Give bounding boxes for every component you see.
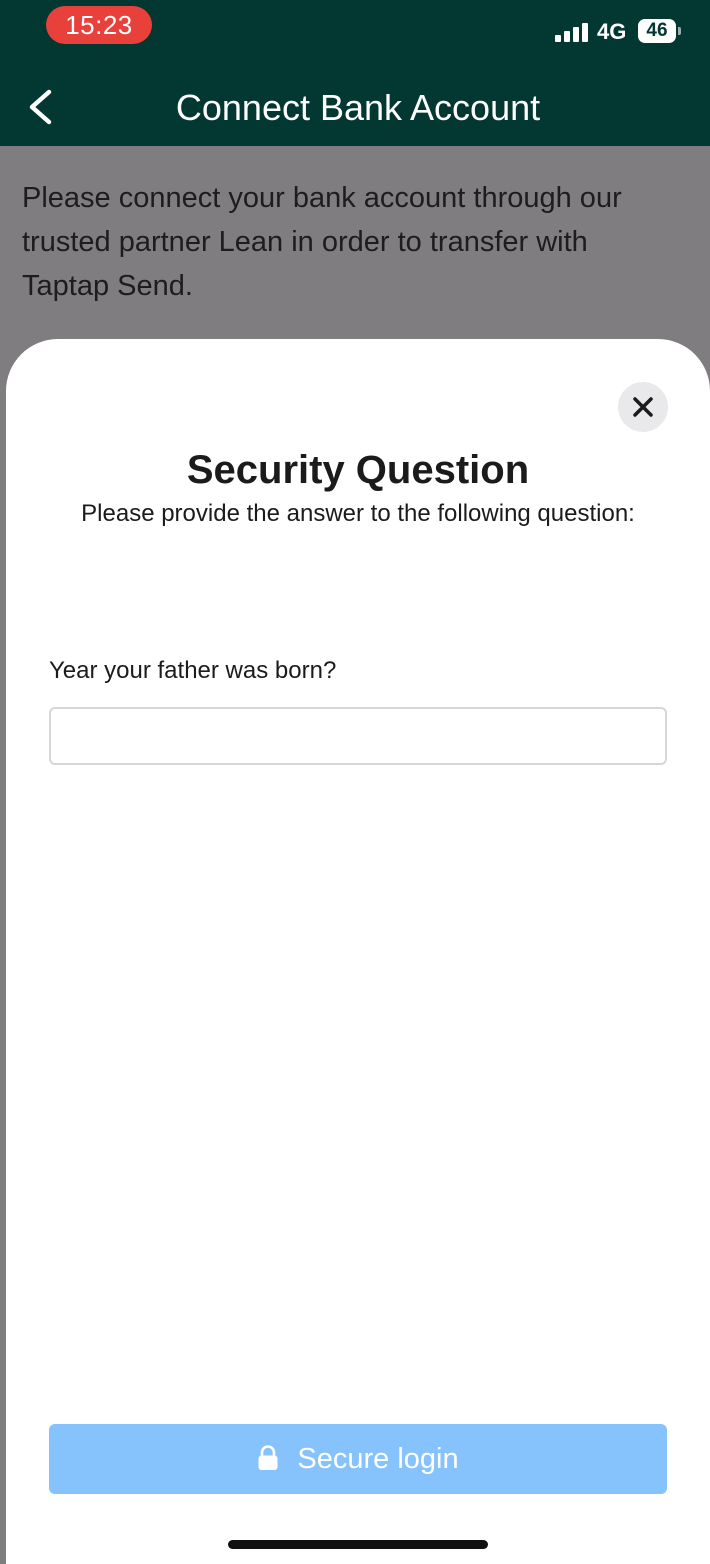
sheet-subtitle: Please provide the answer to the followi… bbox=[81, 500, 635, 527]
sheet-title: Security Question bbox=[186, 448, 530, 492]
battery-icon: 46 bbox=[638, 19, 681, 45]
security-answer-input[interactable] bbox=[49, 707, 667, 765]
lock-icon bbox=[258, 1445, 278, 1470]
battery-level: 46 bbox=[638, 19, 676, 43]
intro-text: Please connect your bank account through… bbox=[22, 182, 622, 302]
secure-login-label: Secure login bbox=[297, 1442, 459, 1475]
close-icon bbox=[633, 397, 653, 417]
top-bar: 15:23 4G 46 Connect Bank Account bbox=[0, 0, 710, 146]
security-question-label: Year your father was born? bbox=[49, 657, 337, 684]
network-type: 4G bbox=[597, 19, 627, 44]
secure-login-button[interactable]: Secure login bbox=[49, 1424, 667, 1494]
signal-icon bbox=[555, 22, 589, 42]
page-title: Connect Bank Account bbox=[175, 87, 541, 128]
home-indicator[interactable] bbox=[228, 1540, 488, 1549]
close-button[interactable] bbox=[618, 382, 668, 432]
status-time: 15:23 bbox=[46, 6, 152, 44]
